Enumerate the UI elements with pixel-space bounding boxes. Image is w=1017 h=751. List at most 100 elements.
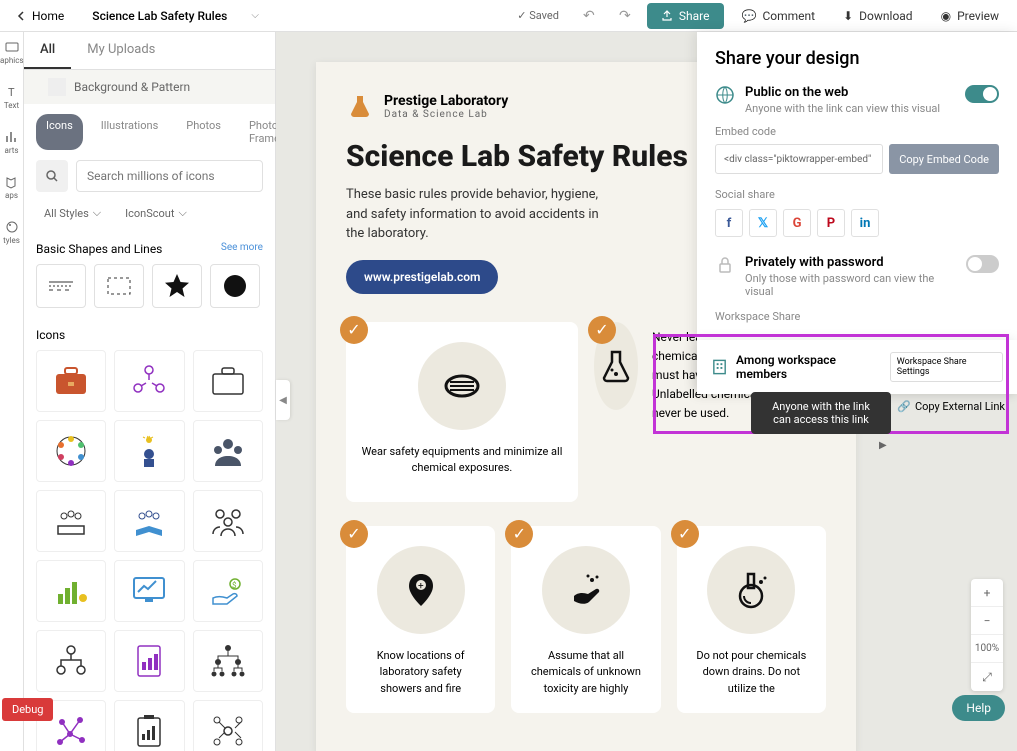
copy-embed-button[interactable]: Copy Embed Code (889, 144, 999, 174)
shape-circle[interactable] (210, 264, 260, 308)
check-badge: ✓ (671, 520, 699, 548)
rail-styles[interactable]: tyles (0, 220, 23, 245)
left-rail: aphics TText arts aps tyles (0, 32, 24, 751)
share-icon (661, 10, 673, 22)
shape-rect-dashed[interactable] (94, 264, 144, 308)
icon-group-outline[interactable] (193, 490, 263, 552)
icon-network-nodes[interactable] (193, 700, 263, 751)
see-more-link[interactable]: See more (221, 242, 263, 256)
rail-graphics[interactable]: aphics (0, 40, 23, 65)
flask-logo-icon (346, 92, 374, 120)
brand-sub: Data & Science Lab (384, 109, 508, 120)
zoom-in-button[interactable]: + (971, 579, 1003, 607)
cta-button[interactable]: www.prestigelab.com (346, 260, 498, 294)
social-label: Social share (715, 188, 999, 201)
filter-all-styles[interactable]: All Styles ⌵ (36, 202, 109, 224)
home-label: Home (32, 9, 64, 23)
icon-bar-chart-trophy[interactable] (36, 560, 106, 622)
card-3[interactable]: ✓ + Know locations of laboratory safety … (346, 526, 495, 714)
icon-hand-money[interactable]: $ (193, 560, 263, 622)
back-icon (16, 10, 28, 22)
icon-briefcase[interactable] (36, 350, 106, 412)
comment-button[interactable]: 💬 Comment (732, 3, 826, 29)
share-tooltip: Anyone with the link can access this lin… (751, 392, 891, 434)
search-input[interactable] (76, 160, 263, 192)
private-heading: Privately with password (745, 255, 956, 270)
brand-name: Prestige Laboratory (384, 93, 508, 109)
icon-clipboard-chart[interactable] (114, 700, 184, 751)
chevron-down-icon: ⌵ (93, 206, 101, 220)
search-button[interactable] (36, 160, 68, 192)
facebook-button[interactable]: f (715, 209, 743, 237)
icon-org-chart[interactable] (36, 630, 106, 692)
workspace-share-label: Workspace Share (715, 310, 999, 323)
pill-icons[interactable]: Icons (36, 114, 83, 150)
chevron-down-icon[interactable]: ⌵ (251, 10, 259, 21)
rail-charts[interactable]: arts (0, 130, 23, 155)
pill-photos[interactable]: Photos (176, 114, 231, 150)
expand-panel-handle[interactable]: ▶ (879, 440, 893, 454)
card-5[interactable]: ✓ Do not pour chemicals down drains. Do … (677, 526, 826, 714)
pill-illustrations[interactable]: Illustrations (91, 114, 168, 150)
card-1[interactable]: ✓ Wear safety equipments and minimize al… (346, 322, 578, 502)
zoom-level[interactable]: 100% (971, 635, 1003, 663)
location-icon: + (399, 568, 443, 612)
home-button[interactable]: Home (8, 5, 72, 27)
saved-status: ✓ Saved (509, 5, 567, 26)
copy-external-link-button[interactable]: 🔗 Copy External Link (897, 400, 1005, 413)
building-icon (711, 358, 728, 376)
shape-lines[interactable] (36, 264, 86, 308)
share-panel: Share your design Public on the webAnyon… (697, 32, 1017, 392)
rail-text[interactable]: TText (0, 85, 23, 110)
globe-icon (715, 85, 735, 105)
check-badge: ✓ (340, 316, 368, 344)
background-pattern-row[interactable]: Background & Pattern (24, 70, 275, 104)
icon-monitor-chart[interactable] (114, 560, 184, 622)
pinterest-button[interactable]: P (817, 209, 845, 237)
icon-team[interactable] (193, 420, 263, 482)
twitter-button[interactable]: 𝕏 (749, 209, 777, 237)
download-button[interactable]: ⬇ Download (833, 3, 922, 29)
redo-button[interactable]: ↷ (611, 2, 639, 30)
embed-input[interactable] (715, 144, 883, 174)
svg-text:T: T (8, 86, 15, 99)
workspace-members-row: Among workspace members Workspace Share … (697, 340, 1017, 394)
bg-thumb (48, 78, 66, 96)
public-toggle[interactable] (965, 85, 999, 103)
tab-my-uploads[interactable]: My Uploads (71, 32, 171, 69)
zoom-fit-button[interactable]: ⤢ (971, 663, 1003, 691)
card-4[interactable]: ✓ Assume that all chemicals of unknown t… (511, 526, 660, 714)
icon-hierarchy[interactable] (193, 630, 263, 692)
workspace-settings-button[interactable]: Workspace Share Settings (890, 352, 1003, 382)
icon-idea-person[interactable] (114, 420, 184, 482)
tab-all[interactable]: All (24, 32, 71, 69)
collapse-sidebar-handle[interactable]: ◀ (276, 380, 290, 420)
icon-people-network[interactable] (114, 350, 184, 412)
icon-conference[interactable] (36, 490, 106, 552)
hero-subtitle[interactable]: These basic rules provide behavior, hygi… (346, 185, 606, 244)
zoom-out-button[interactable]: − (971, 607, 1003, 635)
shapes-header: Basic Shapes and Lines (36, 242, 162, 256)
debug-button[interactable]: Debug (2, 698, 53, 721)
public-heading: Public on the web (745, 85, 940, 100)
icon-briefcase-outline[interactable] (193, 350, 263, 412)
private-toggle[interactable] (966, 255, 999, 273)
filter-iconscout[interactable]: IconScout ⌵ (117, 202, 195, 224)
svg-text:$: $ (232, 581, 237, 590)
rail-maps[interactable]: aps (0, 175, 23, 200)
google-button[interactable]: G (783, 209, 811, 237)
linkedin-button[interactable]: in (851, 209, 879, 237)
share-title: Share your design (715, 48, 999, 69)
icon-color-wheel[interactable] (36, 420, 106, 482)
shape-star[interactable] (152, 264, 202, 308)
help-button[interactable]: Help (952, 695, 1005, 721)
document-title[interactable]: Science Lab Safety Rules (80, 9, 239, 23)
icon-doc-chart[interactable] (114, 630, 184, 692)
icon-book-people[interactable] (114, 490, 184, 552)
undo-button[interactable]: ↶ (575, 2, 603, 30)
embed-label: Embed code (715, 125, 999, 138)
lock-icon (715, 255, 735, 275)
share-button[interactable]: Share (647, 3, 724, 29)
preview-button[interactable]: ◉ Preview (931, 3, 1009, 29)
check-badge: ✓ (340, 520, 368, 548)
